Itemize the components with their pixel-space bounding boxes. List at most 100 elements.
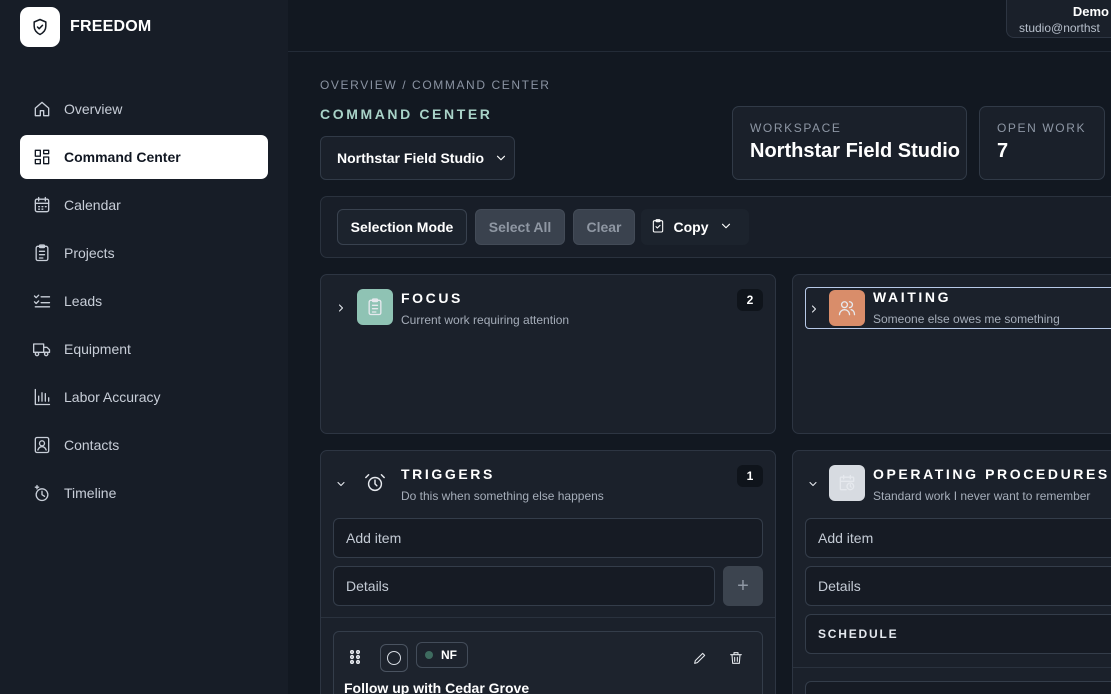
- triggers-section-header[interactable]: TRIGGERS Do this when something else hap…: [321, 451, 775, 515]
- divider: [793, 667, 1111, 668]
- sidebar-item-projects[interactable]: Projects: [20, 231, 268, 275]
- home-icon: [32, 99, 52, 119]
- page-title: COMMAND CENTER: [320, 106, 493, 122]
- add-button[interactable]: +: [723, 566, 763, 606]
- sidebar-item-leads[interactable]: Leads: [20, 279, 268, 323]
- sidebar-item-label: Equipment: [64, 341, 131, 357]
- topbar: Demo studio@northst: [288, 0, 1111, 52]
- select-all-button[interactable]: Select All: [475, 209, 565, 245]
- clear-button[interactable]: Clear: [573, 209, 635, 245]
- section-title: TRIGGERS: [401, 466, 495, 482]
- grid-icon: [32, 147, 52, 167]
- procedure-item-card[interactable]: [805, 681, 1111, 694]
- section-title: OPERATING PROCEDURES: [873, 466, 1110, 482]
- chevron-down-icon: [494, 151, 508, 168]
- trash-icon[interactable]: [728, 650, 744, 671]
- sidebar-item-label: Timeline: [64, 485, 117, 501]
- section-subtitle: Do this when something else happens: [401, 489, 604, 503]
- divider: [321, 617, 775, 618]
- workspace-select-value: Northstar Field Studio: [337, 150, 484, 166]
- focus-section-header[interactable]: FOCUS Current work requiring attention 2: [321, 275, 775, 339]
- focus-section: FOCUS Current work requiring attention 2: [320, 274, 776, 434]
- user-email: studio@northst: [1019, 21, 1100, 35]
- clipboard-icon: [357, 289, 393, 325]
- sidebar-item-label: Leads: [64, 293, 103, 309]
- brand[interactable]: FREEDOM: [20, 7, 151, 47]
- stat-value: Northstar Field Studio: [750, 140, 960, 162]
- item-title: Follow up with Cedar Grove: [344, 680, 530, 694]
- sidebar-item-label: Labor Accuracy: [64, 389, 161, 405]
- user-menu[interactable]: Demo studio@northst: [1006, 0, 1111, 38]
- operating-procedures-section: OPERATING PROCEDURES Standard work I nev…: [792, 450, 1111, 694]
- brand-name: FREEDOM: [70, 18, 152, 35]
- copy-dropdown-button[interactable]: Copy: [641, 209, 749, 245]
- sidebar-item-command-center[interactable]: Command Center: [20, 135, 268, 179]
- sidebar-item-labor-accuracy[interactable]: Labor Accuracy: [20, 375, 268, 419]
- alarm-clock-icon: [357, 465, 393, 501]
- details-input[interactable]: Details: [805, 566, 1111, 606]
- copy-label: Copy: [673, 219, 709, 235]
- waiting-section: WAITING Someone else owes me something: [792, 274, 1111, 434]
- sidebar-nav: Overview Command Center Calendar Project…: [20, 87, 268, 519]
- chevron-down-icon: [719, 219, 741, 236]
- sidebar-item-timeline[interactable]: Timeline: [20, 471, 268, 515]
- status-dot: [425, 651, 433, 659]
- selection-toolbar: Selection Mode Select All Clear Copy: [320, 196, 1111, 258]
- add-item-input[interactable]: Add item: [805, 518, 1111, 558]
- sidebar-item-overview[interactable]: Overview: [20, 87, 268, 131]
- sidebar-item-label: Overview: [64, 101, 123, 117]
- sidebar: FREEDOM Overview Command Center Calendar…: [0, 0, 288, 694]
- section-title: FOCUS: [401, 290, 463, 306]
- complete-checkbox[interactable]: [380, 644, 408, 672]
- users-icon: [829, 290, 865, 326]
- drag-handle-icon[interactable]: [349, 649, 361, 669]
- user-name: Demo: [1072, 4, 1109, 19]
- section-count-badge: 2: [737, 289, 763, 311]
- stat-card-workspace: WORKSPACE Northstar Field Studio: [732, 106, 967, 180]
- sidebar-item-label: Projects: [64, 245, 115, 261]
- schedule-toggle[interactable]: SCHEDULE: [805, 614, 1111, 654]
- section-subtitle: Someone else owes me something: [873, 312, 1060, 326]
- clipboard-copy-icon: [650, 218, 674, 237]
- breadcrumb: OVERVIEW / COMMAND CENTER: [320, 78, 551, 92]
- details-input[interactable]: Details: [333, 566, 715, 606]
- timeline-icon: [32, 483, 52, 503]
- stat-label: OPEN WORK: [997, 121, 1087, 135]
- sidebar-item-label: Command Center: [64, 149, 181, 165]
- sidebar-item-label: Contacts: [64, 437, 120, 453]
- sidebar-item-label: Calendar: [64, 197, 121, 213]
- bar-chart-icon: [32, 387, 52, 407]
- waiting-section-header[interactable]: WAITING Someone else owes me something: [805, 287, 1111, 329]
- chevron-down-icon[interactable]: [807, 477, 819, 495]
- section-subtitle: Standard work I never want to remember: [873, 489, 1091, 503]
- tag-label: NF: [441, 648, 457, 662]
- chevron-right-icon[interactable]: [808, 302, 820, 320]
- sidebar-item-calendar[interactable]: Calendar: [20, 183, 268, 227]
- plus-icon: +: [737, 574, 749, 597]
- add-item-input[interactable]: Add item: [333, 518, 763, 558]
- section-title: WAITING: [873, 289, 952, 305]
- triggers-section: TRIGGERS Do this when something else hap…: [320, 450, 776, 694]
- stat-label: WORKSPACE: [750, 121, 842, 135]
- sidebar-item-equipment[interactable]: Equipment: [20, 327, 268, 371]
- operating-procedures-section-header[interactable]: OPERATING PROCEDURES Standard work I nev…: [793, 451, 1111, 515]
- section-subtitle: Current work requiring attention: [401, 313, 570, 327]
- trigger-item-card[interactable]: NF Follow up with Cedar Grove: [333, 631, 763, 694]
- calendar-icon: [32, 195, 52, 215]
- workspace-select[interactable]: Northstar Field Studio: [320, 136, 515, 180]
- truck-icon: [32, 339, 52, 359]
- calendar-clock-icon: [829, 465, 865, 501]
- section-count-badge: 1: [737, 465, 763, 487]
- pencil-icon[interactable]: [692, 650, 708, 671]
- workspace-tag: NF: [416, 642, 468, 668]
- sidebar-item-contacts[interactable]: Contacts: [20, 423, 268, 467]
- chevron-right-icon[interactable]: [335, 301, 347, 319]
- stat-card-open-work: OPEN WORK 7: [979, 106, 1105, 180]
- contact-icon: [32, 435, 52, 455]
- shield-check-icon: [20, 7, 60, 47]
- chevron-down-icon[interactable]: [335, 477, 347, 495]
- checklist-icon: [32, 291, 52, 311]
- selection-mode-button[interactable]: Selection Mode: [337, 209, 467, 245]
- clipboard-icon: [32, 243, 52, 263]
- stat-value: 7: [997, 140, 1009, 162]
